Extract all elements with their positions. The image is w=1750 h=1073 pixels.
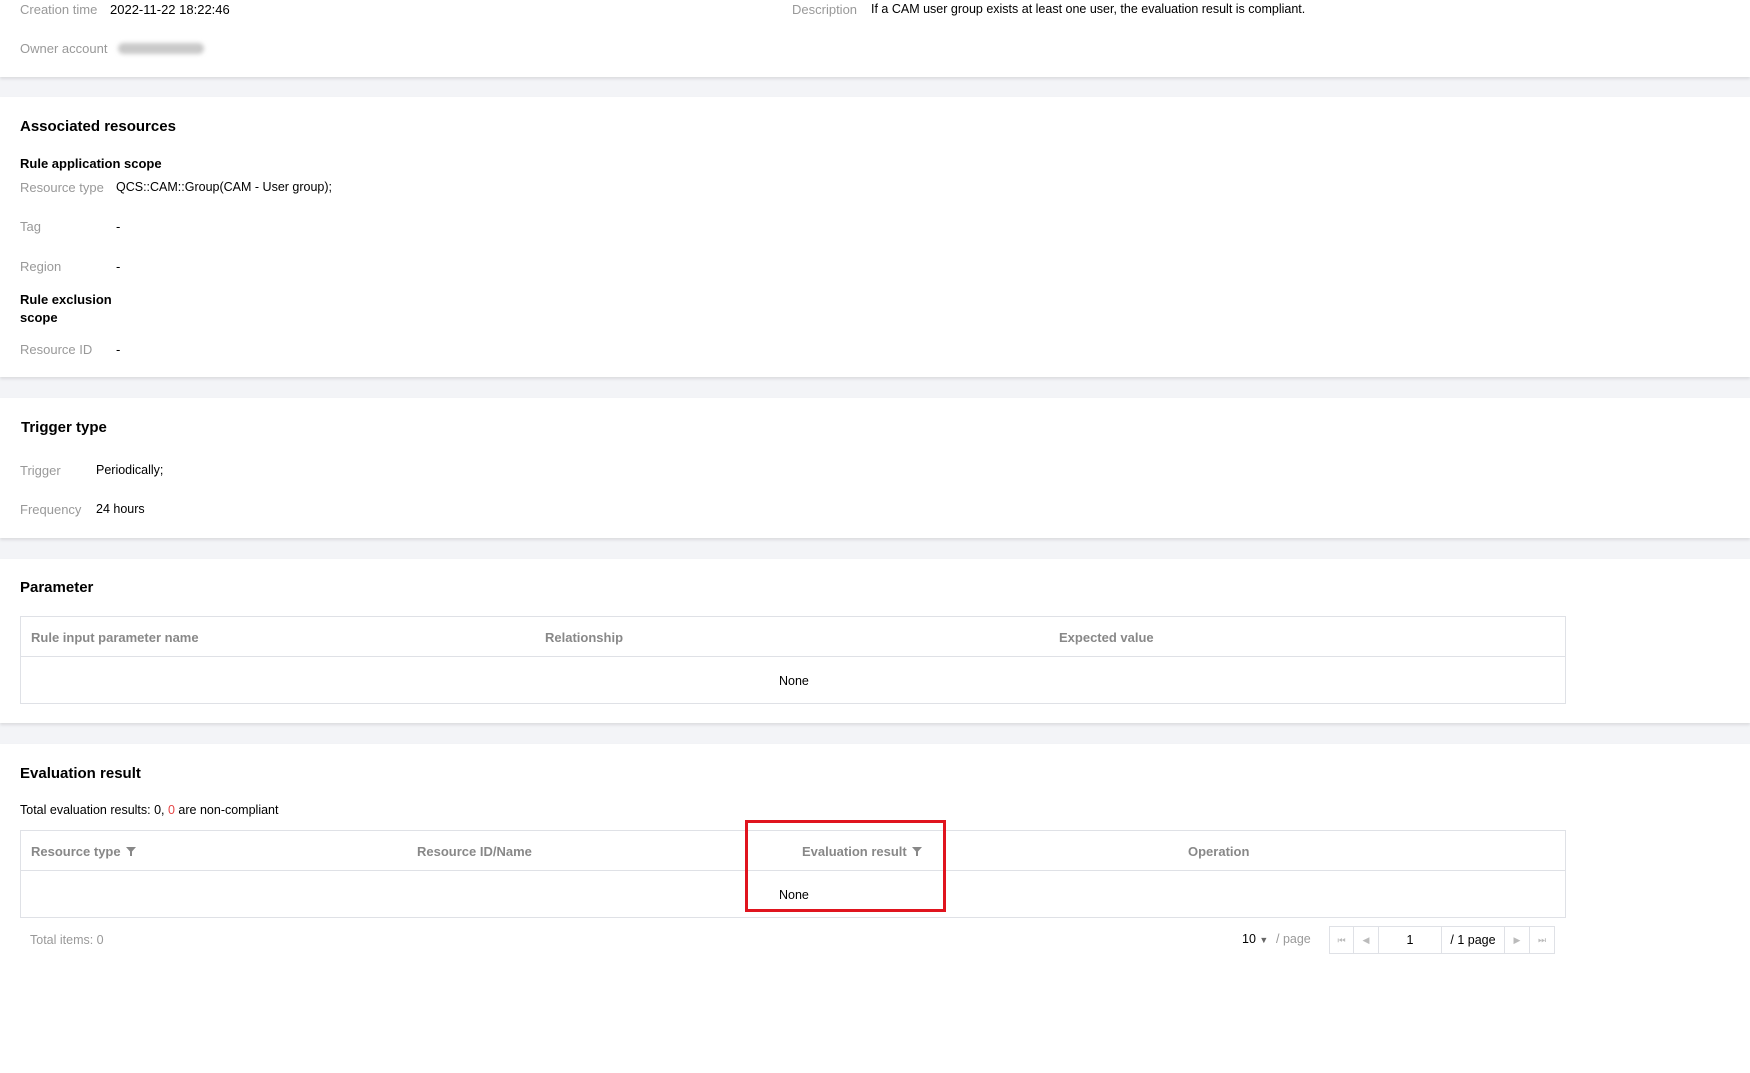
description-value: If a CAM user group exists at least one … bbox=[871, 2, 1306, 16]
creation-time-label: Creation time bbox=[20, 2, 98, 17]
evaluation-result-header-label: Evaluation result bbox=[802, 844, 907, 859]
column-header-resource-id-name: Resource ID/Name bbox=[417, 844, 532, 859]
region-label: Region bbox=[20, 259, 62, 274]
frequency-label: Frequency bbox=[20, 502, 82, 517]
last-page-icon: ⏭ bbox=[1537, 934, 1547, 945]
frequency-value: 24 hours bbox=[96, 502, 145, 516]
page-size-select[interactable]: 10 ▼ bbox=[1242, 932, 1268, 946]
evaluation-table: Resource type Resource ID/Name Evaluatio… bbox=[20, 830, 1566, 918]
resource-id-value: - bbox=[116, 342, 121, 357]
trigger-type-card: Trigger type Trigger Periodically; Frequ… bbox=[0, 398, 1750, 538]
summary-prefix: Total evaluation results: 0, bbox=[20, 803, 168, 817]
associated-resources-title: Associated resources bbox=[20, 118, 176, 135]
creation-time-value: 2022-11-22 18:22:46 bbox=[110, 2, 230, 17]
filter-icon[interactable] bbox=[125, 845, 137, 857]
page-total: / 1 page bbox=[1441, 926, 1505, 954]
current-page-input[interactable]: 1 bbox=[1378, 926, 1442, 954]
resource-type-value: QCS::CAM::Group(CAM - User group); bbox=[116, 180, 333, 194]
trigger-label: Trigger bbox=[20, 463, 61, 478]
table-divider bbox=[21, 656, 1565, 657]
filter-icon[interactable] bbox=[911, 845, 923, 857]
scope-title: Rule application scope bbox=[20, 156, 162, 171]
tag-label: Tag bbox=[20, 219, 41, 234]
evaluation-result-title: Evaluation result bbox=[20, 765, 141, 782]
trigger-type-title: Trigger type bbox=[21, 419, 107, 436]
parameter-table: Rule input parameter name Relationship E… bbox=[20, 616, 1566, 704]
tag-value: - bbox=[116, 219, 121, 234]
page-size-suffix: / page bbox=[1276, 932, 1311, 946]
first-page-button[interactable]: ⏮ bbox=[1329, 926, 1354, 954]
table-divider bbox=[21, 870, 1565, 871]
pagination: ⏮ ◀ 1 / 1 page ▶ ⏭ bbox=[1329, 926, 1555, 954]
resource-id-label: Resource ID bbox=[20, 342, 93, 357]
summary-suffix: are non-compliant bbox=[174, 803, 279, 817]
prev-page-icon: ◀ bbox=[1362, 934, 1370, 945]
column-header-evaluation-result[interactable]: Evaluation result bbox=[802, 844, 923, 859]
column-header-relationship: Relationship bbox=[545, 630, 624, 645]
evaluation-empty-text: None bbox=[779, 888, 809, 902]
next-page-button[interactable]: ▶ bbox=[1504, 926, 1530, 954]
parameter-card: Parameter Rule input parameter name Rela… bbox=[0, 559, 1750, 723]
owner-account-label: Owner account bbox=[20, 41, 108, 56]
exclusion-title-line2: scope bbox=[20, 310, 58, 325]
region-value: - bbox=[116, 259, 121, 274]
trigger-value: Periodically; bbox=[96, 463, 164, 477]
resource-type-label: Resource type bbox=[20, 180, 104, 195]
prev-page-button[interactable]: ◀ bbox=[1353, 926, 1379, 954]
owner-account-value-redacted bbox=[118, 42, 204, 57]
next-page-icon: ▶ bbox=[1513, 934, 1521, 945]
total-items: Total items: 0 bbox=[30, 933, 104, 947]
parameter-empty-text: None bbox=[779, 674, 809, 688]
associated-resources-card: Associated resources Rule application sc… bbox=[0, 97, 1750, 377]
evaluation-summary: Total evaluation results: 0, 0 are non-c… bbox=[20, 803, 278, 817]
column-header-rule-input-parameter-name: Rule input parameter name bbox=[31, 630, 199, 645]
non-compliant-count: 0 bbox=[168, 803, 175, 817]
column-header-operation: Operation bbox=[1188, 844, 1250, 859]
column-header-expected-value: Expected value bbox=[1059, 630, 1154, 645]
chevron-down-icon: ▼ bbox=[1259, 935, 1269, 945]
first-page-icon: ⏮ bbox=[1337, 934, 1346, 945]
last-page-button[interactable]: ⏭ bbox=[1529, 926, 1555, 954]
exclusion-title-line1: Rule exclusion bbox=[20, 292, 112, 307]
column-header-resource-type[interactable]: Resource type bbox=[31, 844, 137, 859]
page-size-value: 10 bbox=[1242, 932, 1256, 946]
resource-type-header-label: Resource type bbox=[31, 844, 121, 859]
parameter-title: Parameter bbox=[20, 579, 94, 596]
description-label: Description bbox=[792, 2, 858, 17]
evaluation-result-card: Evaluation result Total evaluation resul… bbox=[0, 744, 1750, 1073]
basic-info-card: Creation time 2022-11-22 18:22:46 Owner … bbox=[0, 0, 1750, 77]
